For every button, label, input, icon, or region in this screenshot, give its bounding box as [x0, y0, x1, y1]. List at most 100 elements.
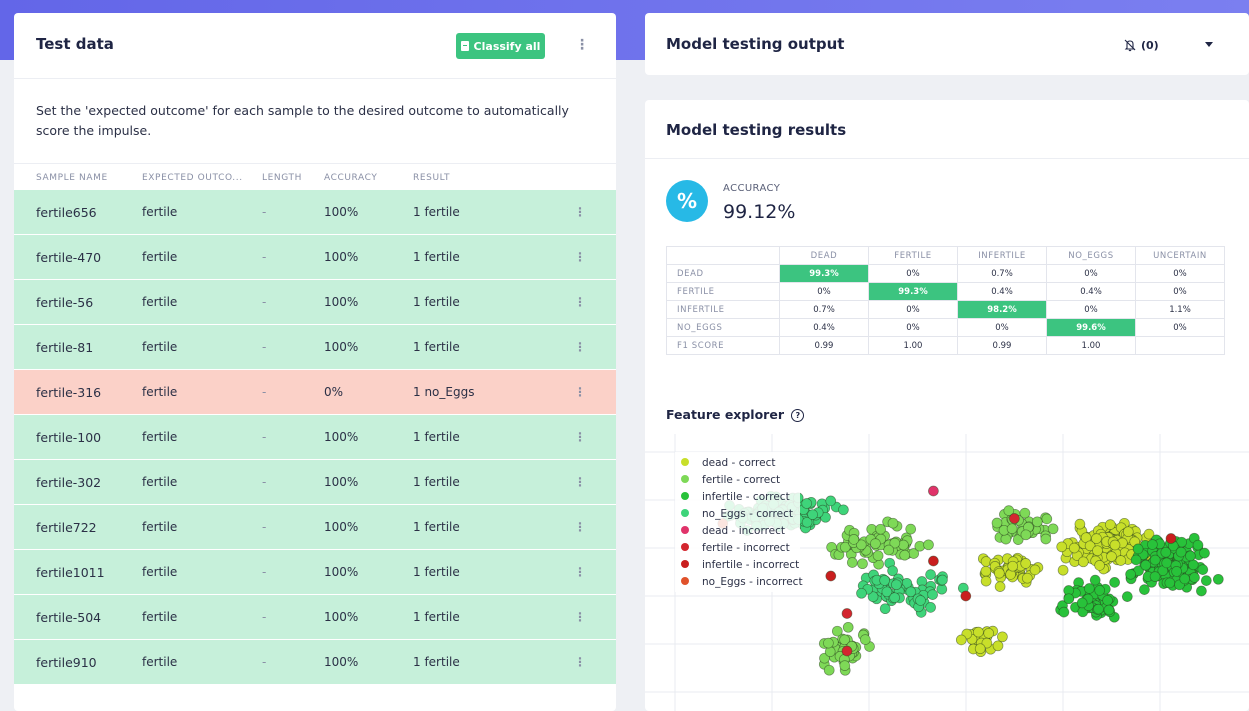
column-header-length[interactable]: LENGTH	[262, 173, 302, 183]
data-point-infertile-correct[interactable]	[1089, 574, 1101, 586]
feature-explorer-plot[interactable]: dead - correct fertile - correct infertile…	[645, 434, 1249, 711]
data-point-dead-incorrect[interactable]	[928, 485, 939, 497]
data-point-fertile-correct[interactable]	[857, 558, 868, 570]
row-options-icon[interactable]: ⋮	[574, 385, 586, 399]
legend-label[interactable]: no_Eggs - incorrect	[702, 576, 803, 588]
legend-label[interactable]: infertile - incorrect	[702, 559, 799, 571]
legend-label[interactable]: dead - correct	[702, 457, 775, 469]
table-row[interactable]: fertile910 fertile - 100% 1 fertile ⋮	[14, 640, 616, 685]
data-point-no-eggs-correct[interactable]	[856, 587, 867, 599]
column-header-sample-name[interactable]: SAMPLE NAME	[36, 173, 108, 183]
data-point-fertile-correct[interactable]	[842, 621, 854, 633]
data-point-infertile-incorrect[interactable]	[960, 590, 972, 602]
classify-all-button[interactable]: Classify all	[456, 33, 545, 59]
data-point-infertile-incorrect[interactable]	[825, 570, 837, 582]
data-point-infertile-correct[interactable]	[1192, 539, 1204, 551]
data-point-dead-correct[interactable]	[1056, 541, 1068, 553]
data-point-fertile-correct[interactable]	[848, 534, 860, 545]
legend-label[interactable]: dead - incorrect	[702, 525, 785, 537]
data-point-no-eggs-correct[interactable]	[925, 569, 936, 580]
data-point-no-eggs-correct[interactable]	[937, 574, 948, 586]
data-point-infertile-correct[interactable]	[1212, 573, 1224, 585]
legend-label[interactable]: infertile - correct	[702, 491, 790, 503]
data-point-fertile-correct[interactable]	[824, 646, 836, 658]
data-point-fertile-correct[interactable]	[899, 549, 911, 561]
data-point-infertile-correct[interactable]	[1130, 554, 1142, 566]
table-row[interactable]: fertile722 fertile - 100% 1 fertile ⋮	[14, 505, 616, 550]
data-point-dead-correct[interactable]	[980, 556, 992, 567]
row-options-icon[interactable]: ⋮	[574, 520, 586, 534]
row-options-icon[interactable]: ⋮	[574, 295, 586, 309]
data-point-fertile-correct[interactable]	[1041, 513, 1053, 525]
data-point-dead-correct[interactable]	[980, 575, 992, 587]
data-point-infertile-correct[interactable]	[1058, 606, 1070, 618]
data-point-infertile-correct[interactable]	[1109, 577, 1120, 588]
row-options-icon[interactable]: ⋮	[574, 475, 586, 489]
column-header-result[interactable]: RESULT	[413, 173, 450, 183]
data-point-fertile-incorrect[interactable]	[841, 608, 853, 619]
data-point-infertile-correct[interactable]	[1199, 547, 1210, 559]
data-point-infertile-correct[interactable]	[1164, 577, 1176, 589]
table-row[interactable]: fertile-504 fertile - 100% 1 fertile ⋮	[14, 595, 616, 640]
data-point-dead-correct[interactable]	[1092, 545, 1103, 557]
data-point-dead-correct[interactable]	[1057, 564, 1069, 576]
data-point-infertile-correct[interactable]	[1171, 566, 1182, 577]
row-options-icon[interactable]: ⋮	[574, 610, 586, 624]
data-point-fertile-correct[interactable]	[887, 517, 899, 529]
data-point-dead-correct[interactable]	[1109, 539, 1121, 551]
data-point-dead-correct[interactable]	[1068, 542, 1080, 554]
data-point-dead-correct[interactable]	[1091, 533, 1102, 544]
data-point-dead-correct[interactable]	[994, 581, 1006, 592]
data-point-dead-correct[interactable]	[1020, 558, 1032, 569]
data-point-no-eggs-correct[interactable]	[825, 495, 837, 507]
data-point-infertile-correct[interactable]	[1121, 591, 1133, 602]
row-options-icon[interactable]: ⋮	[574, 430, 586, 444]
data-point-fertile-correct[interactable]	[1020, 529, 1032, 541]
row-options-icon[interactable]: ⋮	[574, 340, 586, 354]
data-point-fertile-correct[interactable]	[1006, 523, 1018, 535]
chevron-down-icon[interactable]	[1205, 42, 1213, 47]
table-row[interactable]: fertile-470 fertile - 100% 1 fertile ⋮	[14, 235, 616, 280]
table-row[interactable]: fertile-100 fertile - 100% 1 fertile ⋮	[14, 415, 616, 460]
table-row[interactable]: fertile-56 fertile - 100% 1 fertile ⋮	[14, 280, 616, 325]
data-point-dead-correct[interactable]	[1021, 572, 1033, 584]
data-point-infertile-correct[interactable]	[1196, 585, 1207, 597]
data-point-infertile-correct[interactable]	[1175, 546, 1187, 558]
data-point-fertile-correct[interactable]	[870, 538, 881, 549]
data-point-infertile-correct[interactable]	[1125, 568, 1136, 580]
data-point-dead-correct[interactable]	[1122, 526, 1134, 538]
data-point-dead-correct[interactable]	[1007, 560, 1019, 572]
table-row[interactable]: fertile-302 fertile - 100% 1 fertile ⋮	[14, 460, 616, 505]
data-point-dead-correct[interactable]	[1077, 556, 1089, 568]
data-point-infertile-correct[interactable]	[1189, 572, 1200, 583]
data-point-dead-correct[interactable]	[1094, 560, 1105, 571]
data-point-no-eggs-correct[interactable]	[879, 575, 890, 586]
data-point-infertile-correct[interactable]	[1140, 559, 1152, 571]
data-point-dead-correct[interactable]	[955, 634, 967, 646]
data-point-fertile-correct[interactable]	[846, 557, 858, 568]
data-point-fertile-correct[interactable]	[875, 523, 886, 535]
data-point-fertile-correct[interactable]	[839, 660, 851, 671]
legend-label[interactable]: fertile - incorrect	[702, 542, 790, 554]
data-point-fertile-correct[interactable]	[991, 517, 1003, 529]
data-point-fertile-correct[interactable]	[923, 539, 934, 551]
data-point-dead-correct[interactable]	[1029, 564, 1041, 576]
table-row[interactable]: fertile-81 fertile - 100% 1 fertile ⋮	[14, 325, 616, 370]
table-row[interactable]: fertile-316 fertile - 0% 1 no_Eggs ⋮	[14, 370, 616, 415]
data-point-infertile-correct[interactable]	[1185, 550, 1196, 562]
data-point-dead-correct[interactable]	[1106, 551, 1117, 562]
data-point-infertile-correct[interactable]	[1160, 546, 1172, 558]
data-point-fertile-correct[interactable]	[831, 625, 843, 637]
notifications-toggle[interactable]: (0)	[1123, 38, 1159, 52]
legend-label[interactable]: no_Eggs - correct	[702, 508, 793, 520]
data-point-infertile-correct[interactable]	[1083, 583, 1095, 594]
data-point-no-eggs-correct[interactable]	[807, 509, 818, 520]
data-point-infertile-correct[interactable]	[1139, 584, 1150, 595]
data-point-infertile-correct[interactable]	[1132, 543, 1144, 555]
more-options-icon[interactable]: ⋮	[575, 38, 589, 52]
data-point-no-eggs-correct[interactable]	[838, 504, 849, 516]
table-row[interactable]: fertile656 fertile - 100% 1 fertile ⋮	[14, 190, 616, 235]
data-point-fertile-correct[interactable]	[872, 550, 884, 562]
data-point-fertile-correct[interactable]	[1031, 516, 1043, 528]
data-point-infertile-incorrect[interactable]	[1165, 533, 1177, 544]
